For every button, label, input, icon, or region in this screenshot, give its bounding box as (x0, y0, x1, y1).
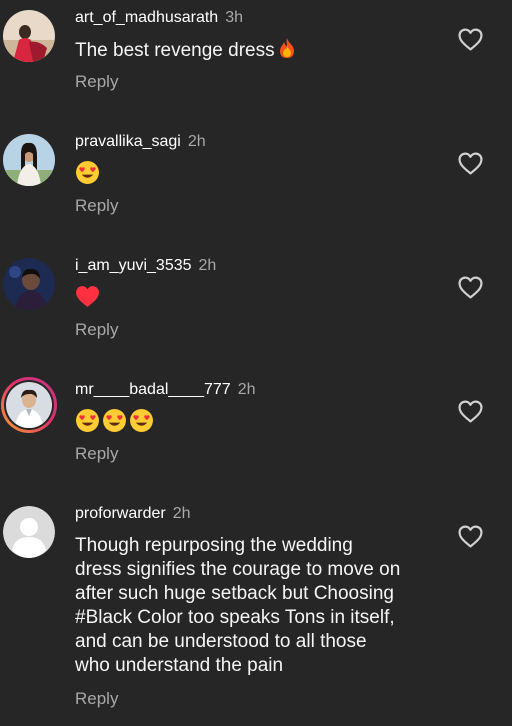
default-avatar-icon[interactable] (3, 506, 55, 558)
comment-text: Though repurposing the wedding dress sig… (75, 534, 445, 678)
comment-meta: mr____badal____777 2h (75, 380, 255, 400)
avatar (6, 382, 52, 428)
comment-meta: pravallika_sagi 2h (75, 132, 206, 152)
avatar[interactable] (3, 258, 55, 310)
avatar-photo (3, 134, 55, 186)
comment-text-line: who understand the pain (75, 655, 284, 676)
comment-text: The best revenge dress (75, 37, 445, 66)
heart-outline-icon[interactable] (458, 28, 483, 51)
reply-button[interactable]: Reply (75, 72, 118, 92)
avatar-story-ring[interactable] (1, 377, 57, 433)
avatar-ring-gap (4, 380, 54, 430)
timestamp: 2h (187, 133, 206, 150)
comment-meta: i_am_yuvi_3535 2h (75, 256, 216, 276)
comment-meta: proforwarder 2h (75, 504, 191, 524)
timestamp: 2h (172, 505, 191, 522)
heart-eyes-emoji-icon (129, 408, 154, 438)
fire-emoji-icon (277, 37, 297, 66)
comment-text-line: Though repurposing the wedding (75, 535, 353, 556)
reply-button[interactable]: Reply (75, 196, 118, 216)
heart-outline-icon[interactable] (458, 276, 483, 299)
emoji-row (75, 408, 154, 438)
username[interactable]: proforwarder (75, 505, 166, 522)
comment-text-body: The best revenge dress (75, 40, 275, 61)
username[interactable]: pravallika_sagi (75, 133, 181, 150)
username[interactable]: art_of_madhusarath (75, 9, 218, 26)
comment-text-line: after such huge setback but Choosing (75, 583, 394, 604)
timestamp: 2h (237, 381, 256, 398)
comment-text-line: and can be understood to all those (75, 631, 367, 652)
heart-outline-icon[interactable] (458, 525, 483, 548)
avatar-photo (6, 382, 52, 428)
heart-eyes-emoji-icon (75, 160, 100, 190)
reply-button[interactable]: Reply (75, 320, 118, 340)
red-heart-emoji-icon (75, 285, 100, 313)
avatar-photo (3, 258, 55, 310)
reply-button[interactable]: Reply (75, 444, 118, 464)
avatar[interactable] (3, 10, 55, 62)
timestamp: 3h (225, 9, 243, 26)
comment-text-line: dress signifies the courage to move on (75, 559, 401, 580)
heart-eyes-emoji-icon (75, 408, 100, 438)
heart-outline-icon[interactable] (458, 152, 483, 175)
username[interactable]: mr____badal____777 (75, 381, 231, 398)
comment-meta: art_of_madhusarath 3h (75, 8, 243, 28)
emoji-row (75, 160, 100, 190)
timestamp: 2h (198, 257, 217, 274)
avatar[interactable] (3, 134, 55, 186)
heart-eyes-emoji-icon (102, 408, 127, 438)
avatar-photo (3, 10, 55, 62)
heart-outline-icon[interactable] (458, 400, 483, 423)
username[interactable]: i_am_yuvi_3535 (75, 257, 192, 274)
emoji-row (75, 285, 100, 313)
comment-text-line: #Black Color too speaks Tons in itself, (75, 607, 395, 628)
reply-button[interactable]: Reply (75, 689, 118, 709)
